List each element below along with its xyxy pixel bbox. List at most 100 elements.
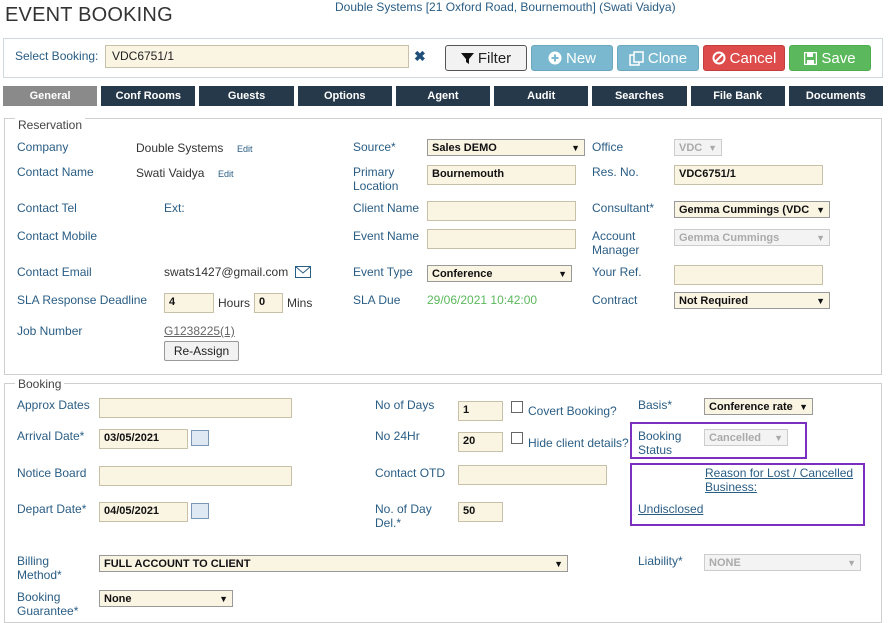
- booking-guarantee-select[interactable]: None ▼: [99, 590, 233, 607]
- tab-bar: General Conf Rooms Guests Options Agent …: [3, 86, 883, 106]
- source-label: Source*: [353, 140, 396, 154]
- event-name-input[interactable]: [427, 229, 576, 249]
- contact-email-label: Contact Email: [17, 265, 92, 279]
- contact-tel-label: Contact Tel: [17, 201, 77, 215]
- tab-searches[interactable]: Searches: [592, 86, 687, 106]
- tab-options[interactable]: Options: [297, 86, 392, 106]
- consultant-label: Consultant*: [592, 201, 655, 215]
- sla-due-label: SLA Due: [353, 293, 401, 307]
- contact-email-value: swats1427@gmail.com: [164, 265, 289, 279]
- no-day-del-label: No. of Day Del.*: [375, 502, 432, 530]
- plus-circle-icon: [548, 51, 562, 65]
- source-select[interactable]: Sales DEMO ▼: [427, 139, 585, 156]
- no-of-days-input[interactable]: 1: [458, 401, 503, 421]
- contract-select[interactable]: Not Required ▼: [674, 292, 830, 309]
- tab-general[interactable]: General: [3, 86, 98, 106]
- approx-dates-input[interactable]: [99, 398, 292, 418]
- event-name-label: Event Name: [353, 229, 420, 243]
- contact-otd-input[interactable]: [458, 465, 607, 485]
- tab-audit[interactable]: Audit: [494, 86, 589, 106]
- chevron-down-icon: ▼: [571, 142, 580, 153]
- billing-method-select[interactable]: FULL ACCOUNT TO CLIENT ▼: [99, 555, 568, 572]
- notice-board-input[interactable]: [99, 466, 292, 486]
- depart-date-label: Depart Date*: [17, 502, 87, 516]
- event-type-select[interactable]: Conference ▼: [427, 265, 572, 282]
- reason-value-link[interactable]: Undisclosed: [638, 502, 703, 516]
- no-24hr-label: No 24Hr: [375, 429, 420, 443]
- reassign-button[interactable]: Re-Assign: [164, 341, 239, 361]
- booking-guarantee-value: None: [104, 592, 132, 605]
- ext-label: Ext:: [164, 201, 185, 215]
- depart-date-input[interactable]: 04/05/2021: [99, 502, 188, 522]
- clear-icon[interactable]: ✖: [414, 48, 426, 65]
- basis-label: Basis*: [638, 398, 673, 412]
- chevron-down-icon: ▼: [816, 232, 825, 243]
- filter-icon: [460, 52, 474, 64]
- account-manager-label: Account Manager: [592, 229, 640, 257]
- client-name-input[interactable]: [427, 201, 576, 221]
- job-number-link[interactable]: G1238225(1): [164, 324, 235, 338]
- cancel-button[interactable]: Cancel: [703, 45, 785, 71]
- reason-link[interactable]: Reason for Lost / Cancelled Business:: [705, 466, 863, 494]
- company-edit-link[interactable]: Edit: [237, 144, 253, 154]
- billing-method-label: Billing Method*: [17, 554, 62, 582]
- new-button[interactable]: New: [531, 45, 613, 71]
- liability-select[interactable]: NONE ▼: [704, 554, 861, 571]
- new-label: New: [565, 49, 596, 67]
- arrival-date-input[interactable]: 03/05/2021: [99, 429, 188, 449]
- tab-guests[interactable]: Guests: [199, 86, 294, 106]
- sla-hours-input[interactable]: 4: [164, 293, 214, 313]
- floppy-icon: [804, 51, 818, 65]
- hide-client-checkbox[interactable]: [511, 432, 523, 444]
- primary-location-input[interactable]: Bournemouth: [427, 165, 576, 185]
- mins-label: Mins: [287, 296, 313, 310]
- contact-name-label: Contact Name: [17, 165, 94, 179]
- calendar-icon[interactable]: [191, 430, 209, 446]
- no-day-del-input[interactable]: 50: [458, 502, 503, 522]
- basis-select[interactable]: Conference rate ▼: [704, 398, 813, 415]
- covert-booking-checkbox[interactable]: [511, 401, 523, 413]
- clone-button[interactable]: Clone: [617, 45, 699, 71]
- ban-icon: [712, 51, 726, 65]
- approx-dates-label: Approx Dates: [17, 398, 90, 412]
- chevron-down-icon: ▼: [554, 558, 563, 569]
- account-manager-value: Gemma Cummings: [679, 231, 780, 244]
- your-ref-label: Your Ref.: [592, 265, 642, 279]
- chevron-down-icon: ▼: [816, 204, 825, 215]
- primary-location-label: Primary Location: [353, 165, 399, 193]
- company-value: Double Systems: [136, 141, 224, 155]
- tab-file-bank[interactable]: File Bank: [690, 86, 785, 106]
- envelope-icon[interactable]: [295, 266, 311, 278]
- booking-context: Double Systems [21 Oxford Road, Bournemo…: [335, 0, 676, 14]
- no-24hr-input[interactable]: 20: [458, 432, 503, 452]
- sla-due-value: 29/06/2021 10:42:00: [427, 293, 538, 307]
- consultant-select[interactable]: Gemma Cummings (VDC ▼: [674, 201, 830, 218]
- tab-agent[interactable]: Agent: [395, 86, 491, 106]
- filter-button[interactable]: Filter: [445, 45, 527, 71]
- page-title: EVENT BOOKING: [5, 4, 173, 26]
- contact-name-value: Swati Vaidya: [136, 166, 205, 180]
- contract-value: Not Required: [679, 294, 749, 307]
- contact-mobile-label: Contact Mobile: [17, 229, 98, 243]
- res-no-input[interactable]: VDC6751/1: [674, 165, 823, 185]
- arrival-date-label: Arrival Date*: [17, 429, 85, 443]
- account-manager-select[interactable]: Gemma Cummings ▼: [674, 229, 830, 246]
- save-button[interactable]: Save: [789, 45, 871, 71]
- hide-client-label: Hide client details?: [528, 436, 629, 450]
- tab-conf-rooms[interactable]: Conf Rooms: [101, 86, 196, 106]
- save-label: Save: [821, 49, 856, 67]
- office-label: Office: [592, 140, 624, 154]
- sla-mins-input[interactable]: 0: [254, 293, 283, 313]
- contact-name-edit-link[interactable]: Edit: [218, 169, 234, 179]
- tab-documents[interactable]: Documents: [788, 86, 883, 106]
- office-select[interactable]: VDC ▼: [674, 139, 722, 156]
- booking-status-select[interactable]: Cancelled ▼: [704, 429, 788, 446]
- select-booking-input[interactable]: VDC6751/1: [105, 45, 409, 68]
- chevron-down-icon: ▼: [799, 401, 808, 412]
- your-ref-input[interactable]: [674, 265, 823, 285]
- billing-method-value: FULL ACCOUNT TO CLIENT: [104, 557, 251, 570]
- chevron-down-icon: ▼: [816, 295, 825, 306]
- liability-value: NONE: [709, 556, 741, 569]
- chevron-down-icon: ▼: [708, 142, 717, 153]
- calendar-icon[interactable]: [191, 503, 209, 519]
